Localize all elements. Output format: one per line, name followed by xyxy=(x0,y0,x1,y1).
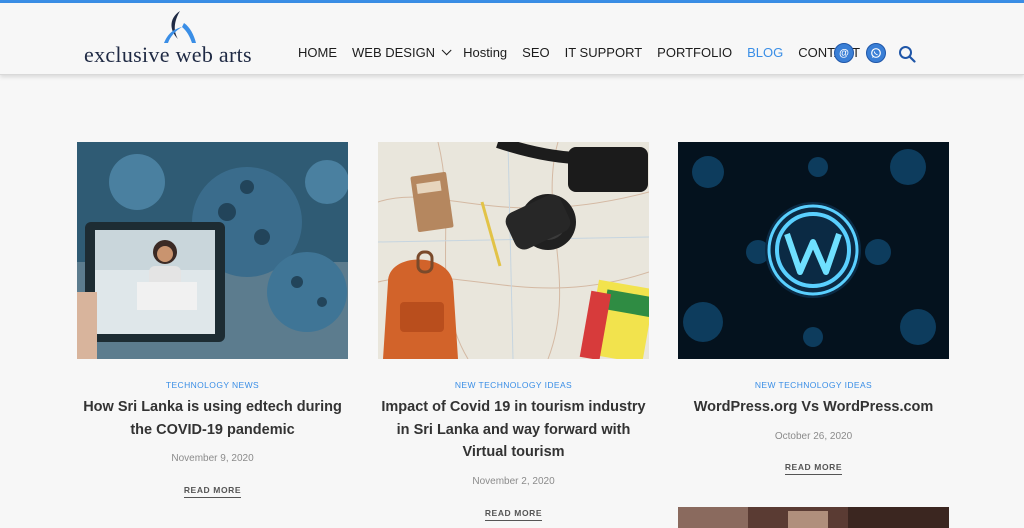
post-title[interactable]: WordPress.org Vs WordPress.com xyxy=(678,396,949,419)
post-date: October 26, 2020 xyxy=(774,431,853,442)
wordpress-logo-image xyxy=(678,142,949,359)
post-category[interactable]: TECHNOLOGY NEWS xyxy=(77,380,348,390)
post-title[interactable]: How Sri Lanka is using edtech during the… xyxy=(77,396,348,441)
nav-it-support[interactable]: IT SUPPORT xyxy=(565,45,643,60)
main-nav: HOME WEB DESIGN Hosting SEO IT SUPPORT P… xyxy=(298,42,875,62)
next-post-thumbnail[interactable] xyxy=(678,507,949,528)
nav-home[interactable]: HOME xyxy=(298,45,337,60)
read-more-link[interactable]: READ MORE xyxy=(378,508,649,521)
post-date: November 2, 2020 xyxy=(472,476,555,487)
nav-web-design[interactable]: WEB DESIGN xyxy=(352,44,452,60)
post-thumbnail[interactable] xyxy=(77,142,348,359)
post-thumbnail[interactable] xyxy=(678,142,949,359)
site-logo[interactable]: exclusive web arts xyxy=(84,9,274,69)
travel-map-image xyxy=(378,142,649,359)
post-category[interactable]: NEW TECHNOLOGY IDEAS xyxy=(378,380,649,390)
read-more-label: READ MORE xyxy=(183,485,242,498)
chevron-down-icon xyxy=(441,44,452,55)
nav-hosting[interactable]: Hosting xyxy=(463,45,507,60)
next-post-image xyxy=(678,507,949,528)
logo-text: exclusive web arts xyxy=(84,42,252,67)
nav-portfolio[interactable]: PORTFOLIO xyxy=(657,45,732,60)
post-thumbnail[interactable] xyxy=(378,142,649,359)
read-more-link[interactable]: READ MORE xyxy=(77,485,348,498)
email-icon[interactable]: @ xyxy=(834,43,854,63)
post-category[interactable]: NEW TECHNOLOGY IDEAS xyxy=(678,380,949,390)
covid-edtech-image xyxy=(77,142,348,359)
nav-blog[interactable]: BLOG xyxy=(747,45,783,60)
site-header: exclusive web arts HOME WEB DESIGN Hosti… xyxy=(0,3,1024,75)
post-title[interactable]: Impact of Covid 19 in tourism industry i… xyxy=(378,396,649,464)
whatsapp-icon[interactable] xyxy=(866,43,886,63)
search-icon[interactable] xyxy=(898,45,916,63)
whatsapp-glyph-icon xyxy=(871,48,881,58)
post-date: November 9, 2020 xyxy=(171,453,254,464)
read-more-link[interactable]: READ MORE xyxy=(678,462,949,475)
read-more-label: READ MORE xyxy=(784,462,843,475)
nav-web-design-label: WEB DESIGN xyxy=(352,44,436,60)
read-more-label: READ MORE xyxy=(484,508,543,521)
nav-seo[interactable]: SEO xyxy=(522,45,549,60)
